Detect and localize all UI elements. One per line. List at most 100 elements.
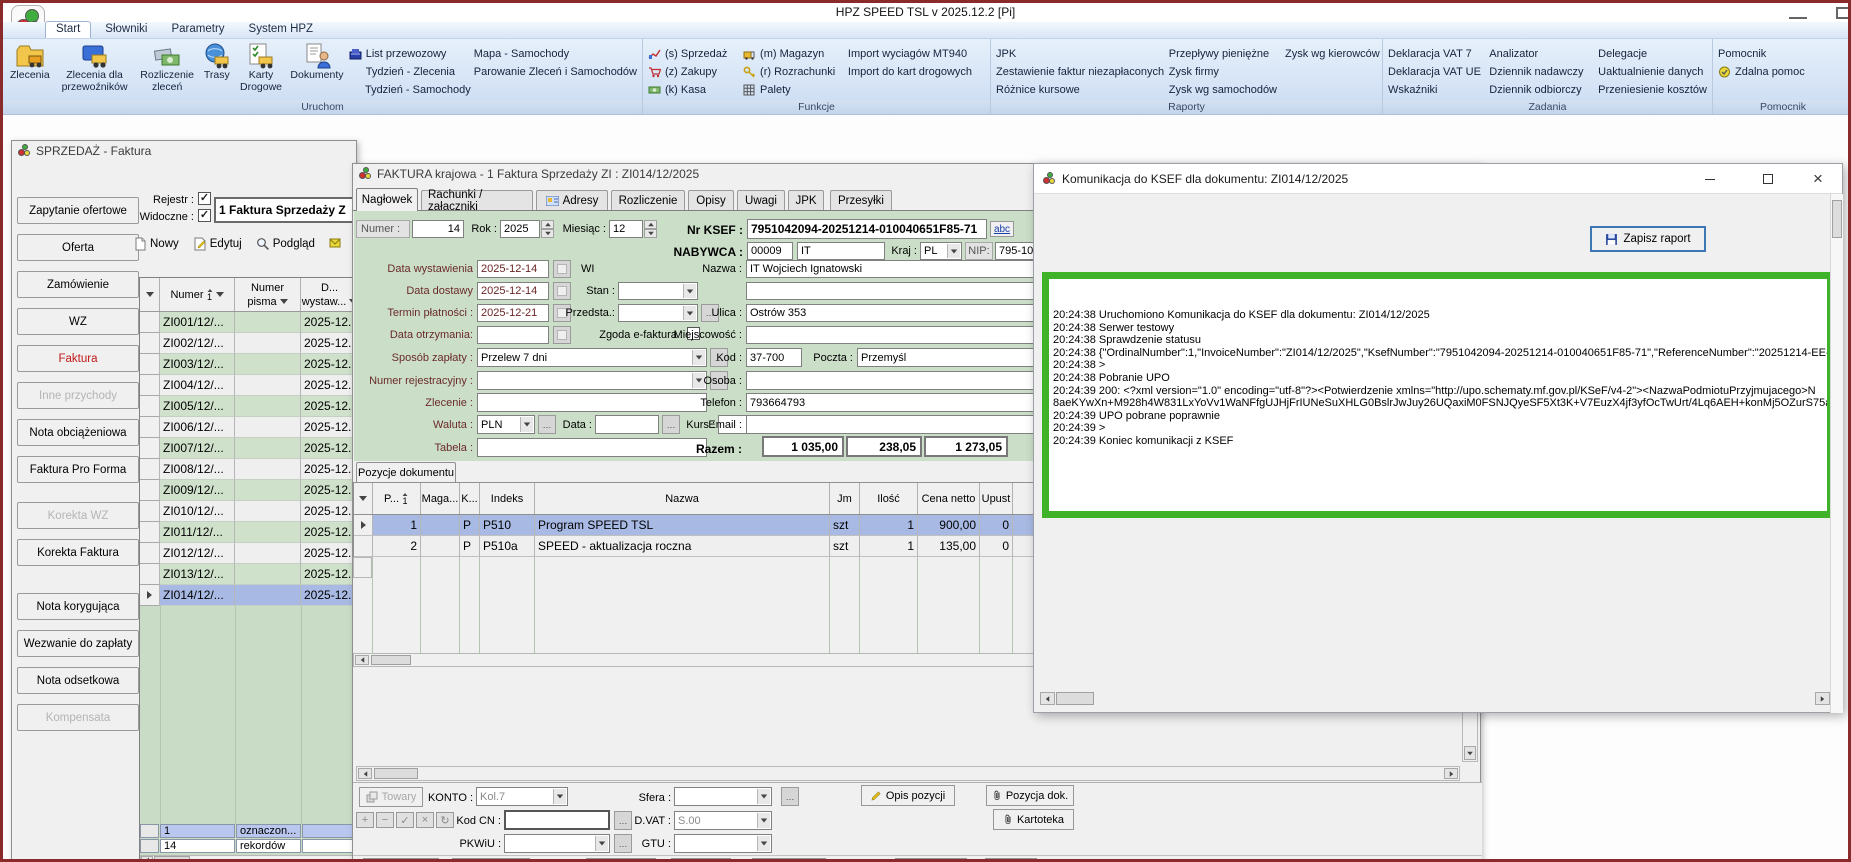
tab-start[interactable]: Start (45, 21, 91, 38)
register-select[interactable]: 1 Faktura Sprzedaży Z (214, 197, 356, 223)
ribbon-link-item[interactable]: Dziennik nadawczy (1489, 63, 1595, 81)
data-dostawy-field[interactable]: 2025-12-14 (477, 282, 549, 300)
data-wystawienia-field[interactable]: 2025-12-14 (477, 260, 549, 278)
ribbon-link-item[interactable]: JPK (996, 45, 1166, 63)
minimize-button[interactable] (1789, 9, 1807, 19)
row-selector[interactable] (140, 333, 160, 354)
scroll-thumb[interactable] (371, 655, 411, 665)
row-selector[interactable] (140, 312, 160, 333)
bottom-action-button[interactable] (671, 858, 731, 862)
abc-button[interactable]: abc (990, 221, 1014, 237)
row-selector[interactable] (140, 480, 160, 501)
ribbon-link-item[interactable]: Zysk wg samochodów (1169, 81, 1282, 99)
widoczne-checkbox[interactable]: ✓ (198, 209, 211, 222)
row-cancel-button[interactable]: × (416, 812, 434, 828)
gtu-select[interactable] (674, 834, 772, 853)
telefon-field[interactable]: 793664793 (746, 393, 1074, 412)
invoice-row[interactable]: ZI001/12/... 2025-12... (140, 312, 357, 333)
scroll-thumb[interactable] (1056, 692, 1094, 705)
col-cena-netto[interactable]: Cena netto (918, 483, 980, 514)
zlecenia-dla-przewoznikow-button[interactable]: Zlecenia dla przewoźników (55, 41, 135, 100)
maximize-button[interactable] (1836, 7, 1850, 19)
ribbon-link-item[interactable]: Import wyciagów MT940 (848, 45, 985, 63)
nazwa2-field[interactable] (746, 282, 1074, 300)
rozrachunki-item[interactable]: (r) Rozrachunki (743, 63, 845, 81)
data-otrzymania-field[interactable] (477, 326, 549, 344)
scroll-left-arrow[interactable] (1040, 692, 1055, 705)
sfera-select[interactable] (674, 787, 772, 806)
bottom-action-button[interactable] (452, 858, 530, 862)
row-selector[interactable] (140, 522, 160, 543)
sidebar-document-type-button[interactable]: Nota odsetkowa (17, 667, 139, 694)
ribbon-link-item[interactable]: Mapa - Samochody (474, 45, 637, 63)
tab-slowniki[interactable]: Słowniki (95, 22, 157, 38)
zlecenia-button[interactable]: Zlecenia (8, 41, 52, 100)
edit-button[interactable]: Edytuj (193, 237, 242, 251)
sidebar-document-type-button[interactable]: Faktura Pro Forma (17, 456, 139, 483)
tydzien-samochody-item[interactable]: Tydzień - Samochody (349, 81, 471, 99)
col-data-wystawienia[interactable]: D... wystaw... (301, 278, 357, 311)
waluta-picker-button[interactable]: … (538, 415, 556, 434)
magazyn-item[interactable]: (m) Magazyn (743, 45, 845, 63)
tydzien-zlecenia-item[interactable]: Tydzień - Zlecenia (349, 63, 471, 81)
bottom-action-button[interactable] (985, 858, 1037, 862)
osoba-field[interactable] (746, 371, 1074, 390)
row-selector[interactable] (140, 396, 160, 417)
grid-filter-cell[interactable] (354, 483, 373, 514)
ksef-vscrollbar[interactable] (1830, 194, 1843, 713)
nabywca-short-field[interactable]: IT (797, 242, 885, 260)
ribbon-link-item[interactable]: Wskaźniki (1388, 81, 1486, 99)
rok-spinner[interactable] (541, 220, 554, 238)
preview-button[interactable]: Podgląd (256, 237, 315, 251)
col-indeks[interactable]: Indeks (480, 483, 535, 514)
ribbon-link-item[interactable]: Uaktualnienie danych (1598, 63, 1707, 81)
calendar-button[interactable] (553, 260, 571, 278)
ribbon-link-item[interactable]: Przeniesienie kosztów (1598, 81, 1707, 99)
email-field[interactable] (746, 415, 1074, 434)
sidebar-document-type-button[interactable]: Wezwanie do zapłaty (17, 630, 139, 657)
row-selector[interactable] (140, 417, 160, 438)
dvat-select[interactable]: S.00 (674, 811, 772, 830)
ksef-number-field[interactable]: 7951042094-20251214-010040651F85-71 (747, 219, 987, 239)
konto-select[interactable]: Kol.7 (476, 787, 568, 806)
ksef-close-button[interactable]: × (1802, 164, 1834, 194)
tab-naglowek[interactable]: Nagłowek (356, 188, 418, 211)
invoice-row[interactable]: ZI005/12/... 2025-12... (140, 396, 357, 417)
row-selector[interactable] (140, 501, 160, 522)
sfera-picker-button[interactable]: … (781, 787, 799, 806)
ksef-hscrollbar[interactable] (1040, 691, 1830, 707)
col-nazwa[interactable]: Nazwa (535, 483, 830, 514)
row-selector[interactable] (140, 585, 160, 606)
filter-icon[interactable] (216, 292, 224, 297)
invoice-hscrollbar[interactable] (356, 766, 1460, 781)
ksef-log-panel[interactable]: 20:24:38 Uruchomiono Komunikacja do KSEF… (1042, 272, 1834, 518)
bottom-action-button[interactable] (895, 858, 967, 862)
palety-item[interactable]: Palety (743, 81, 845, 99)
row-selector[interactable] (140, 543, 160, 564)
kurs-data-field[interactable] (595, 415, 659, 434)
row-selector[interactable] (140, 375, 160, 396)
numer-rejestracyjny-select[interactable] (477, 371, 707, 390)
ribbon-link-item[interactable]: Zestawienie faktur niezapłaconych (996, 63, 1166, 81)
sidebar-document-type-button[interactable]: Zamówienie (17, 271, 139, 298)
ribbon-link-item[interactable]: Delegacje (1598, 45, 1707, 63)
kurs-data-picker-button[interactable]: … (662, 415, 680, 434)
tab-adresy[interactable]: Adresy (536, 190, 608, 211)
filter-icon[interactable] (280, 299, 288, 304)
save-report-button[interactable]: Zapisz raport (1590, 226, 1706, 252)
ksef-maximize-button[interactable] (1752, 164, 1784, 194)
ribbon-link-item[interactable]: Deklaracja VAT UE (1388, 63, 1486, 81)
row-selector[interactable] (140, 354, 160, 375)
new-button[interactable]: Nowy (134, 237, 179, 251)
ribbon-link-item[interactable]: Deklaracja VAT 7 (1388, 45, 1486, 63)
ribbon-link-item[interactable]: Różnice kursowe (996, 81, 1166, 99)
dokumenty-button[interactable]: Dokumenty (288, 41, 346, 100)
calendar-button[interactable] (553, 326, 571, 344)
tab-pozycje-dokumentu[interactable]: Pozycje dokumentu (356, 462, 456, 483)
invoice-row[interactable]: ZI014/12/... 2025-12... (140, 585, 357, 606)
row-refresh-button[interactable]: ↻ (436, 812, 454, 828)
row-selector[interactable] (140, 564, 160, 585)
trasy-button[interactable]: Trasy (200, 41, 234, 100)
nabywca-code-field[interactable]: 00009 (747, 242, 793, 260)
scroll-left-arrow[interactable] (355, 655, 369, 665)
